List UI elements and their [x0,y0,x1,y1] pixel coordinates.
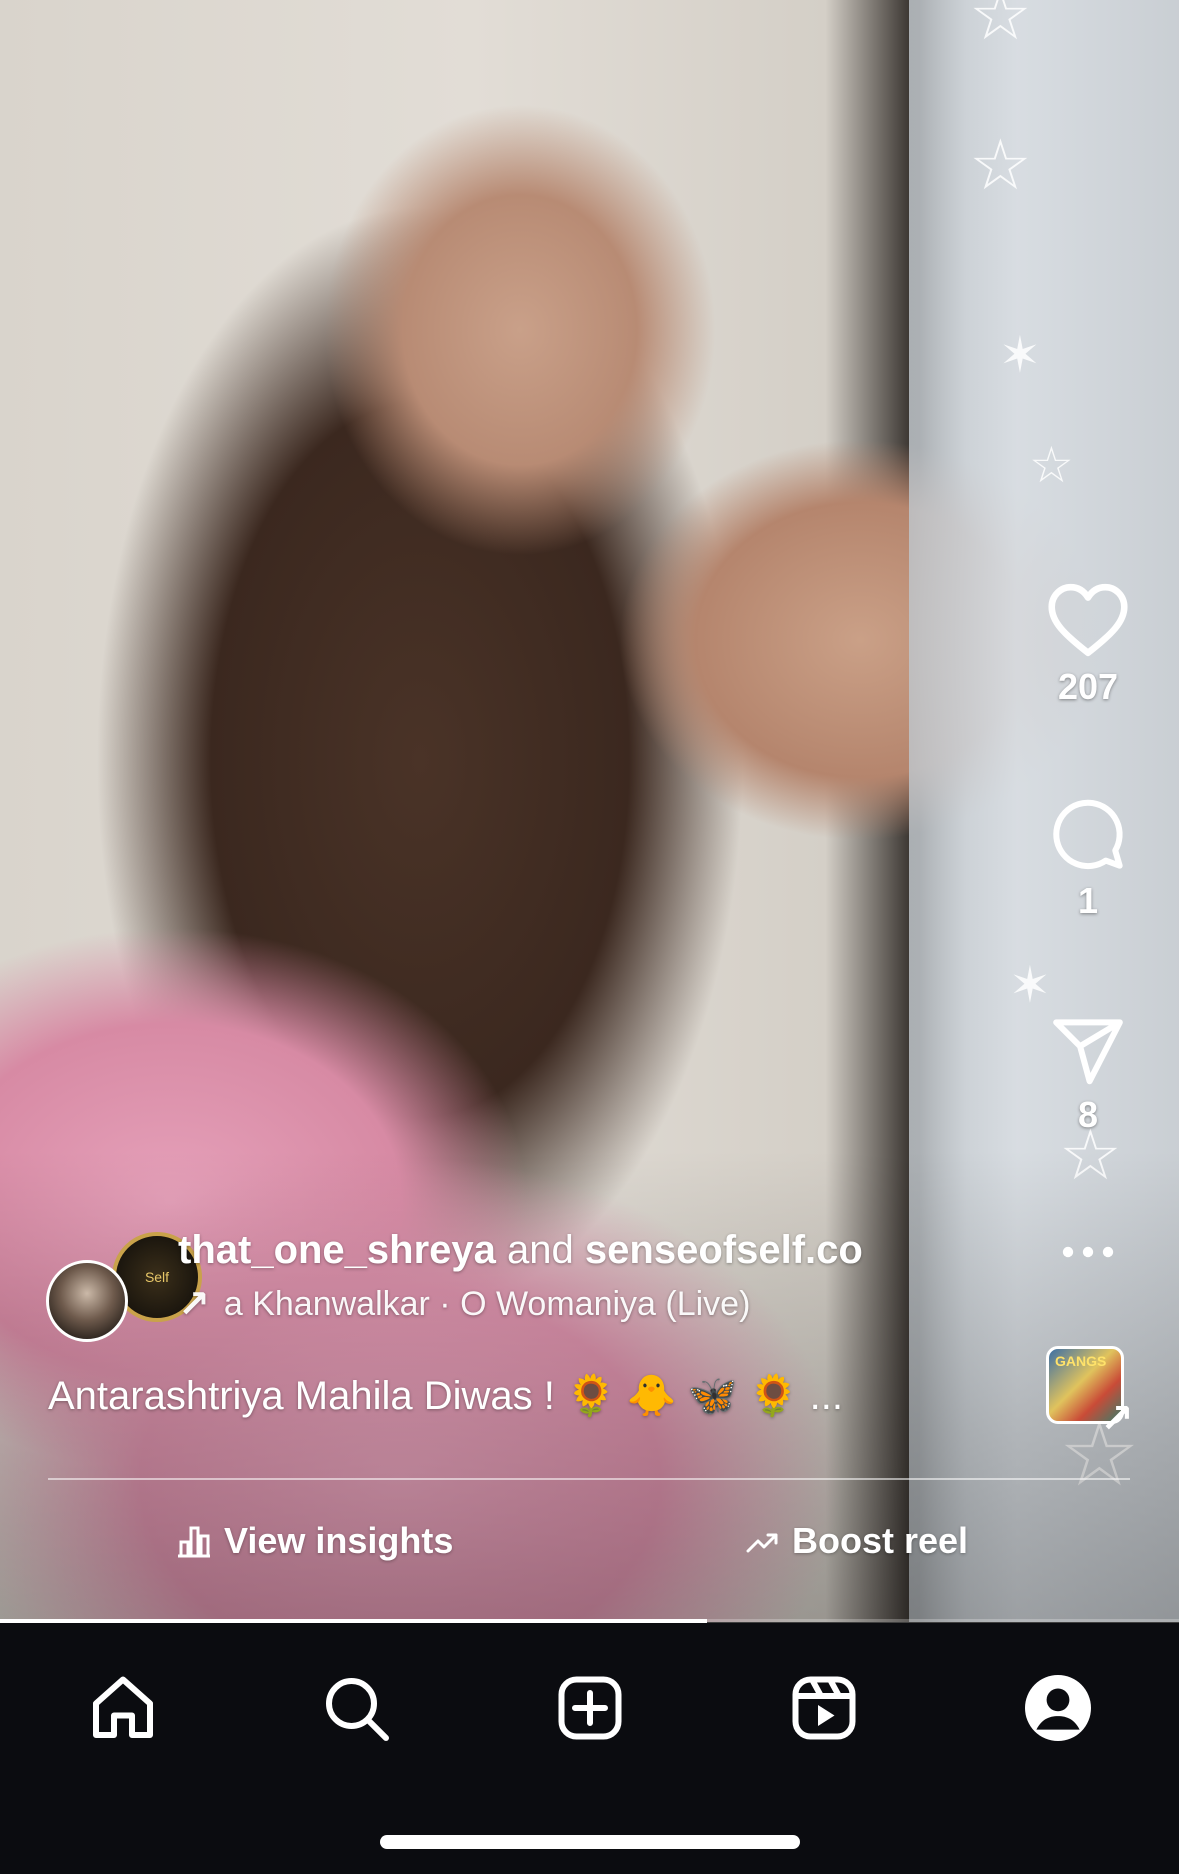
search-icon [326,1678,389,1741]
boost-reel-button[interactable]: Boost reel [746,1520,968,1562]
star-decoration: ✶ [1009,957,1051,1013]
arrow-icon: ↗ [1100,1397,1134,1441]
reels-icon [792,1676,856,1740]
home-indicator [380,1835,800,1849]
collab-avatar-logo-text: Self [144,1269,170,1285]
star-decoration: ☆ [969,126,1032,204]
share-count: 8 [1077,1094,1099,1135]
boost-reel-label: Boost reel [792,1520,969,1561]
share-control[interactable]: 8 [1040,1016,1136,1136]
profile-icon [1025,1675,1091,1741]
audio-attribution[interactable]: ↗ a Khanwalkar · O Womaniya (Live) [178,1282,750,1327]
author-avatar[interactable] [46,1260,128,1342]
more-icon[interactable] [1058,1232,1118,1272]
create-icon [558,1676,622,1740]
like-count: 207 [1057,666,1119,707]
comment-control[interactable]: 1 [1040,796,1136,922]
audio-text: a Khanwalkar · O Womaniya (Live) [223,1285,751,1323]
collab-username[interactable]: senseofself.co [585,1228,863,1272]
author-row[interactable]: Self that_one_shreya and senseofself.co … [46,1228,1046,1348]
arrow-icon: ↗ [178,1284,210,1326]
author-names: that_one_shreya and senseofself.co [178,1228,863,1273]
nav-create[interactable] [545,1663,635,1753]
share-icon[interactable] [1049,1016,1127,1086]
caption[interactable]: Antarashtriya Mahila Diwas ! 🌻 🐥 🦋 🌻 ... [48,1372,843,1419]
more-options-button[interactable] [1040,1232,1136,1272]
trending-up-icon [746,1533,778,1553]
nav-search[interactable] [311,1663,401,1753]
star-decoration: ☆ [969,0,1032,54]
comment-icon[interactable] [1050,796,1126,872]
like-control[interactable]: 207 [1040,582,1136,708]
heart-icon[interactable] [1046,582,1130,658]
view-insights-label: View insights [224,1520,454,1561]
audio-thumbnail-label: GANGS [1055,1353,1107,1369]
star-decoration: ✶ [999,327,1041,383]
author-connector: and [507,1228,574,1272]
bottom-nav [0,1623,1179,1874]
divider [48,1478,1130,1480]
nav-home[interactable] [78,1663,168,1753]
star-decoration: ☆ [1029,437,1074,493]
home-icon [93,1676,153,1738]
comment-count: 1 [1077,880,1099,921]
author-username[interactable]: that_one_shreya [178,1228,496,1272]
nav-reels[interactable] [779,1663,869,1753]
view-insights-button[interactable]: View insights [176,1520,453,1562]
bar-chart-icon [178,1526,210,1558]
nav-profile[interactable] [1013,1663,1103,1753]
